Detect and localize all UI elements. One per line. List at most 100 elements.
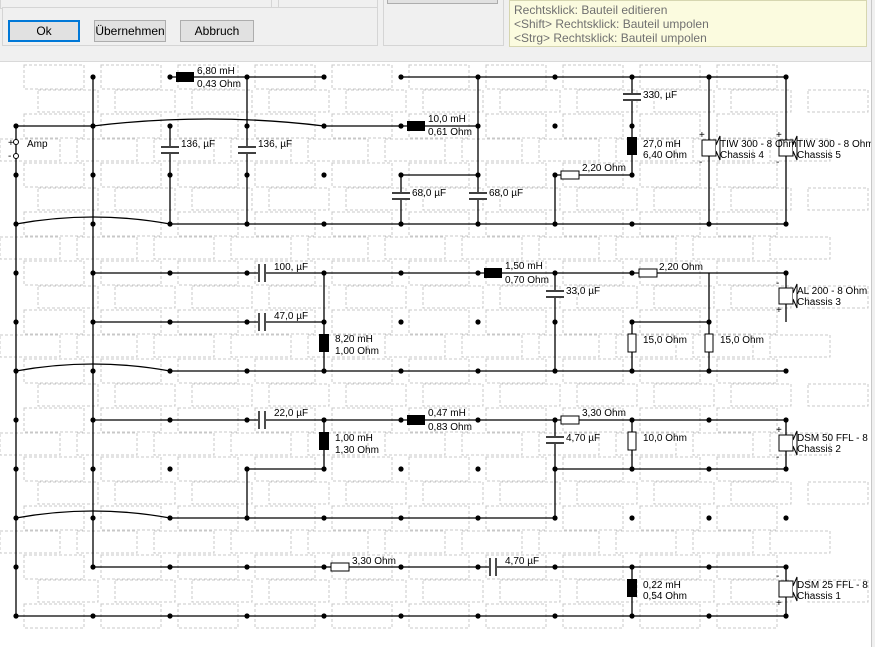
l7-value[interactable]: 1,00 mH: [335, 433, 373, 444]
speaker-icon: [701, 139, 717, 157]
r1-value[interactable]: 2,20 Ohm: [582, 163, 626, 174]
speaker-5-name[interactable]: TIW 300 - 8 Ohm: [797, 139, 871, 150]
r3-value[interactable]: 15,0 Ohm: [643, 335, 687, 346]
junction-dot: [244, 564, 250, 570]
placement-slot: [639, 162, 701, 188]
c10-value[interactable]: 4,70 µF: [566, 433, 600, 444]
junction-dot: [90, 74, 96, 80]
inductor-icon: [407, 121, 425, 131]
placement-slot: [485, 309, 547, 335]
speaker-2-chassis[interactable]: Chassis 2: [797, 444, 841, 455]
junction-dot: [783, 368, 789, 374]
inductor-icon: [319, 334, 329, 352]
c4-value[interactable]: 68,0 µF: [489, 188, 523, 199]
placement-slot: [76, 236, 138, 260]
speaker-1-name[interactable]: DSM 25 FFL - 8 Ohm: [797, 580, 871, 591]
placement-slot: [100, 456, 162, 482]
junction-dot: [13, 172, 19, 178]
speaker-5-chassis[interactable]: Chassis 5: [797, 150, 841, 161]
polarity-mark: -: [776, 157, 779, 168]
speaker-2-name[interactable]: DSM 50 FFL - 8 Ohm: [797, 433, 871, 444]
junction-dot: [167, 172, 173, 178]
placement-slot: [153, 334, 215, 358]
l3-value[interactable]: 27,0 mH: [643, 139, 681, 150]
placement-slot: [639, 113, 701, 139]
l7-resistance[interactable]: 1,30 Ohm: [335, 445, 379, 456]
l6-resistance[interactable]: 0,83 Ohm: [428, 422, 472, 433]
junction-dot: [475, 270, 481, 276]
placement-slot: [345, 285, 407, 309]
speaker-4-chassis[interactable]: Chassis 4: [720, 150, 764, 161]
c5-value[interactable]: 330, µF: [643, 90, 677, 101]
placement-slot: [461, 236, 523, 260]
placement-slot: [730, 481, 792, 505]
speaker-4-name[interactable]: TIW 300 - 8 Ohm: [720, 139, 797, 150]
amp-plus: +: [8, 138, 14, 149]
speaker-3-chassis[interactable]: Chassis 3: [797, 297, 841, 308]
placement-slot: [345, 481, 407, 505]
c3-value[interactable]: 68,0 µF: [412, 188, 446, 199]
polarity-mark: -: [776, 571, 779, 582]
c11-value[interactable]: 4,70 µF: [505, 556, 539, 567]
junction-dot: [90, 368, 96, 374]
l3-resistance[interactable]: 6,40 Ohm: [643, 150, 687, 161]
l5-resistance[interactable]: 0,70 Ohm: [505, 275, 549, 286]
c8-value[interactable]: 33,0 µF: [566, 286, 600, 297]
l1-resistance[interactable]: 0,43 Ohm: [197, 79, 241, 90]
l6-value[interactable]: 0,47 mH: [428, 408, 466, 419]
junction-dot: [475, 613, 481, 619]
amp-terminal-minus: [13, 153, 19, 159]
l5-value[interactable]: 1,50 mH: [505, 261, 543, 272]
junction-dot: [629, 319, 635, 325]
placement-slot: [191, 89, 253, 113]
placement-slot: [23, 211, 85, 237]
junction-dot: [475, 172, 481, 178]
c9-value[interactable]: 22,0 µF: [274, 408, 308, 419]
l8-value[interactable]: 0,22 mH: [643, 580, 681, 591]
resistor-icon: [638, 268, 658, 278]
placement-slot: [37, 383, 99, 407]
hidden-button[interactable]: [387, 0, 498, 4]
l8-resistance[interactable]: 0,54 Ohm: [643, 591, 687, 602]
schematic-canvas[interactable]: +-+--++--+ + - Amp 6,80 mH 0,43 Ohm 136,…: [0, 62, 871, 647]
junction-dot: [475, 417, 481, 423]
l2-resistance[interactable]: 0,61 Ohm: [428, 127, 472, 138]
junction-dot: [552, 172, 558, 178]
junction-dot: [167, 417, 173, 423]
r6-value[interactable]: 10,0 Ohm: [643, 433, 687, 444]
c6-value[interactable]: 100, µF: [274, 262, 308, 273]
c7-value[interactable]: 47,0 µF: [274, 311, 308, 322]
l4-resistance[interactable]: 1,00 Ohm: [335, 346, 379, 357]
placement-slot: [653, 285, 715, 309]
placement-slot: [485, 113, 547, 139]
placement-slot: [191, 579, 253, 603]
l4-value[interactable]: 8,20 mH: [335, 334, 373, 345]
c2-value[interactable]: 136, µF: [258, 139, 292, 150]
junction-dot: [321, 172, 327, 178]
placement-slot: [307, 236, 369, 260]
apply-button[interactable]: Übernehmen: [94, 20, 166, 42]
r5-value[interactable]: 3,30 Ohm: [582, 408, 626, 419]
l1-value[interactable]: 6,80 mH: [197, 66, 235, 77]
c1-value[interactable]: 136, µF: [181, 139, 215, 150]
junction-dot: [475, 564, 481, 570]
placement-slot: [422, 89, 484, 113]
placement-slot: [76, 530, 138, 554]
junction-dot: [244, 368, 250, 374]
placement-slot: [461, 530, 523, 554]
inductor-icon: [627, 137, 637, 155]
speaker-1-chassis[interactable]: Chassis 1: [797, 591, 841, 602]
junction-dot: [552, 221, 558, 227]
l2-value[interactable]: 10,0 mH: [428, 114, 466, 125]
cancel-button[interactable]: Abbruch: [180, 20, 254, 42]
r7-value[interactable]: 3,30 Ohm: [352, 556, 396, 567]
placement-slot: [345, 579, 407, 603]
junction-dot: [629, 270, 635, 276]
placement-slot: [331, 162, 393, 188]
r2-value[interactable]: 2,20 Ohm: [659, 262, 703, 273]
r4-value[interactable]: 15,0 Ohm: [720, 335, 764, 346]
ok-button[interactable]: Ok: [8, 20, 80, 42]
placement-slot: [807, 383, 869, 407]
speaker-3-name[interactable]: AL 200 - 8 Ohm: [797, 286, 867, 297]
junction-dot: [706, 613, 712, 619]
